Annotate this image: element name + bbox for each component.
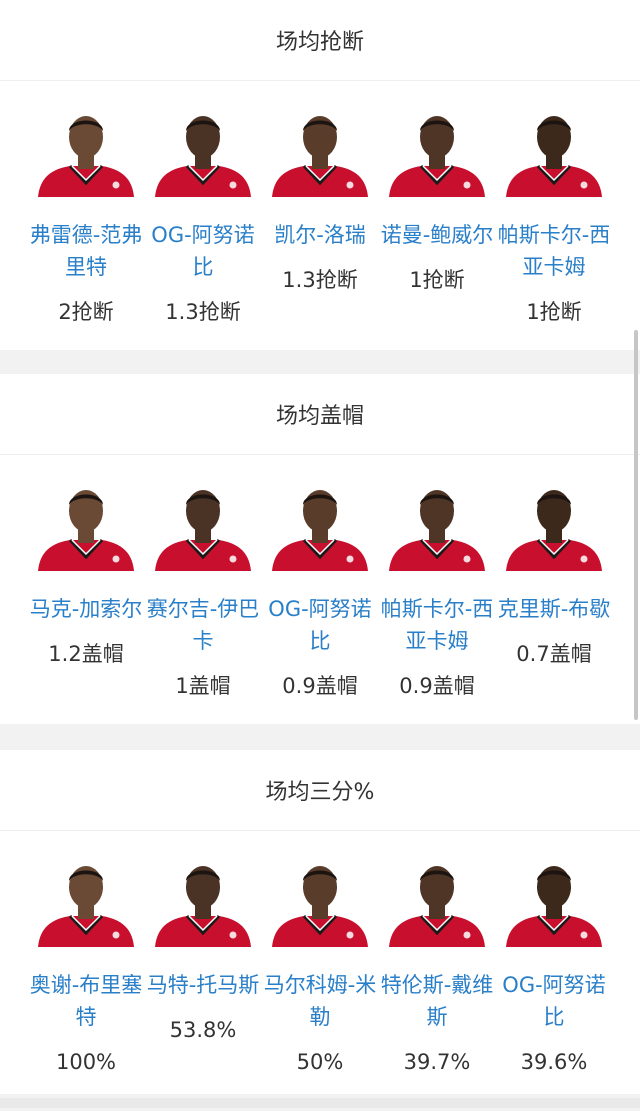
three-point-section: 场均三分% 奥谢-布里塞 特 100% 马特-托马斯 53.8% 马尔科姆-米 勒 5…	[0, 750, 640, 1094]
player-name[interactable]: 马尔科姆-米 勒	[256, 969, 384, 1033]
player-name[interactable]: 赛尔吉-伊巴 卡	[139, 593, 267, 657]
player-card[interactable]: OG-阿努诺 比 39.6%	[490, 831, 618, 1111]
steals-section: 场均抢断 弗雷德-范弗 里特 2抢断 OG-阿努诺 比 1.3抢断 凯尔-洛瑞 1.3…	[0, 0, 640, 350]
player-avatar[interactable]	[270, 111, 370, 197]
player-stat: 50%	[296, 1050, 344, 1074]
player-card[interactable]: 帕斯卡尔-西 亚卡姆 0.9盖帽	[373, 455, 501, 735]
player-stat: 0.7盖帽	[516, 642, 592, 666]
player-avatar[interactable]	[36, 485, 136, 571]
section-title: 场均三分%	[0, 750, 640, 831]
player-stat: 1.3抢断	[282, 268, 358, 292]
player-avatar[interactable]	[153, 861, 253, 947]
player-avatar[interactable]	[387, 861, 487, 947]
player-card[interactable]: 马克-加索尔 1.2盖帽	[22, 455, 150, 735]
player-stat: 1.3抢断	[165, 300, 241, 324]
player-stat: 1盖帽	[175, 674, 231, 698]
player-stat: 100%	[55, 1050, 117, 1074]
player-name[interactable]: 特伦斯-戴维 斯	[373, 969, 501, 1033]
player-card[interactable]: 奥谢-布里塞 特 100%	[22, 831, 150, 1111]
player-avatar[interactable]	[270, 485, 370, 571]
scrollbar[interactable]	[634, 330, 638, 720]
player-avatar[interactable]	[387, 111, 487, 197]
player-stat: 1.2盖帽	[48, 642, 124, 666]
player-card[interactable]: 马特-托马斯 53.8%	[139, 831, 267, 1111]
player-row: 弗雷德-范弗 里特 2抢断 OG-阿努诺 比 1.3抢断 凯尔-洛瑞 1.3抢断 诺曼…	[0, 81, 640, 361]
section-title: 场均抢断	[0, 0, 640, 81]
player-name[interactable]: OG-阿努诺 比	[490, 969, 618, 1033]
player-stat: 1抢断	[526, 300, 582, 324]
player-card[interactable]: 诺曼-鲍威尔 1抢断	[373, 81, 501, 361]
player-avatar[interactable]	[504, 485, 604, 571]
player-card[interactable]: 马尔科姆-米 勒 50%	[256, 831, 384, 1111]
player-avatar[interactable]	[36, 111, 136, 197]
player-name[interactable]: 弗雷德-范弗 里特	[22, 219, 150, 283]
player-name[interactable]: 帕斯卡尔-西 亚卡姆	[373, 593, 501, 657]
player-name[interactable]: 奥谢-布里塞 特	[22, 969, 150, 1033]
player-card[interactable]: 帕斯卡尔-西 亚卡姆 1抢断	[490, 81, 618, 361]
player-stat: 2抢断	[58, 300, 114, 324]
player-avatar[interactable]	[504, 111, 604, 197]
player-stat: 39.6%	[520, 1050, 588, 1074]
player-card[interactable]: 凯尔-洛瑞 1.3抢断	[256, 81, 384, 361]
player-name[interactable]: OG-阿努诺 比	[139, 219, 267, 283]
player-avatar[interactable]	[153, 111, 253, 197]
player-stat: 53.8%	[169, 1018, 237, 1042]
player-avatar[interactable]	[153, 485, 253, 571]
player-name[interactable]: 凯尔-洛瑞	[256, 219, 384, 251]
player-name[interactable]: 诺曼-鲍威尔	[373, 219, 501, 251]
player-stat: 0.9盖帽	[282, 674, 358, 698]
player-avatar[interactable]	[270, 861, 370, 947]
player-name[interactable]: 马特-托马斯	[139, 969, 267, 1001]
player-card[interactable]: 弗雷德-范弗 里特 2抢断	[22, 81, 150, 361]
player-name[interactable]: OG-阿努诺 比	[256, 593, 384, 657]
player-card[interactable]: 克里斯-布歇 0.7盖帽	[490, 455, 618, 735]
player-avatar[interactable]	[387, 485, 487, 571]
player-stat: 1抢断	[409, 268, 465, 292]
player-name[interactable]: 帕斯卡尔-西 亚卡姆	[490, 219, 618, 283]
player-avatar[interactable]	[36, 861, 136, 947]
player-stat: 39.7%	[403, 1050, 471, 1074]
player-card[interactable]: 赛尔吉-伊巴 卡 1盖帽	[139, 455, 267, 735]
player-card[interactable]: 特伦斯-戴维 斯 39.7%	[373, 831, 501, 1111]
section-title: 场均盖帽	[0, 374, 640, 455]
player-stat: 0.9盖帽	[399, 674, 475, 698]
player-card[interactable]: OG-阿努诺 比 0.9盖帽	[256, 455, 384, 735]
player-row: 马克-加索尔 1.2盖帽 赛尔吉-伊巴 卡 1盖帽 OG-阿努诺 比 0.9盖帽 帕斯…	[0, 455, 640, 735]
player-avatar[interactable]	[504, 861, 604, 947]
blocks-section: 场均盖帽 马克-加索尔 1.2盖帽 赛尔吉-伊巴 卡 1盖帽 OG-阿努诺 比 0.9…	[0, 374, 640, 724]
player-card[interactable]: OG-阿努诺 比 1.3抢断	[139, 81, 267, 361]
player-row: 奥谢-布里塞 特 100% 马特-托马斯 53.8% 马尔科姆-米 勒 50% 特伦斯…	[0, 831, 640, 1111]
player-name[interactable]: 克里斯-布歇	[490, 593, 618, 625]
next-section-edge	[0, 1098, 640, 1108]
player-name[interactable]: 马克-加索尔	[22, 593, 150, 625]
